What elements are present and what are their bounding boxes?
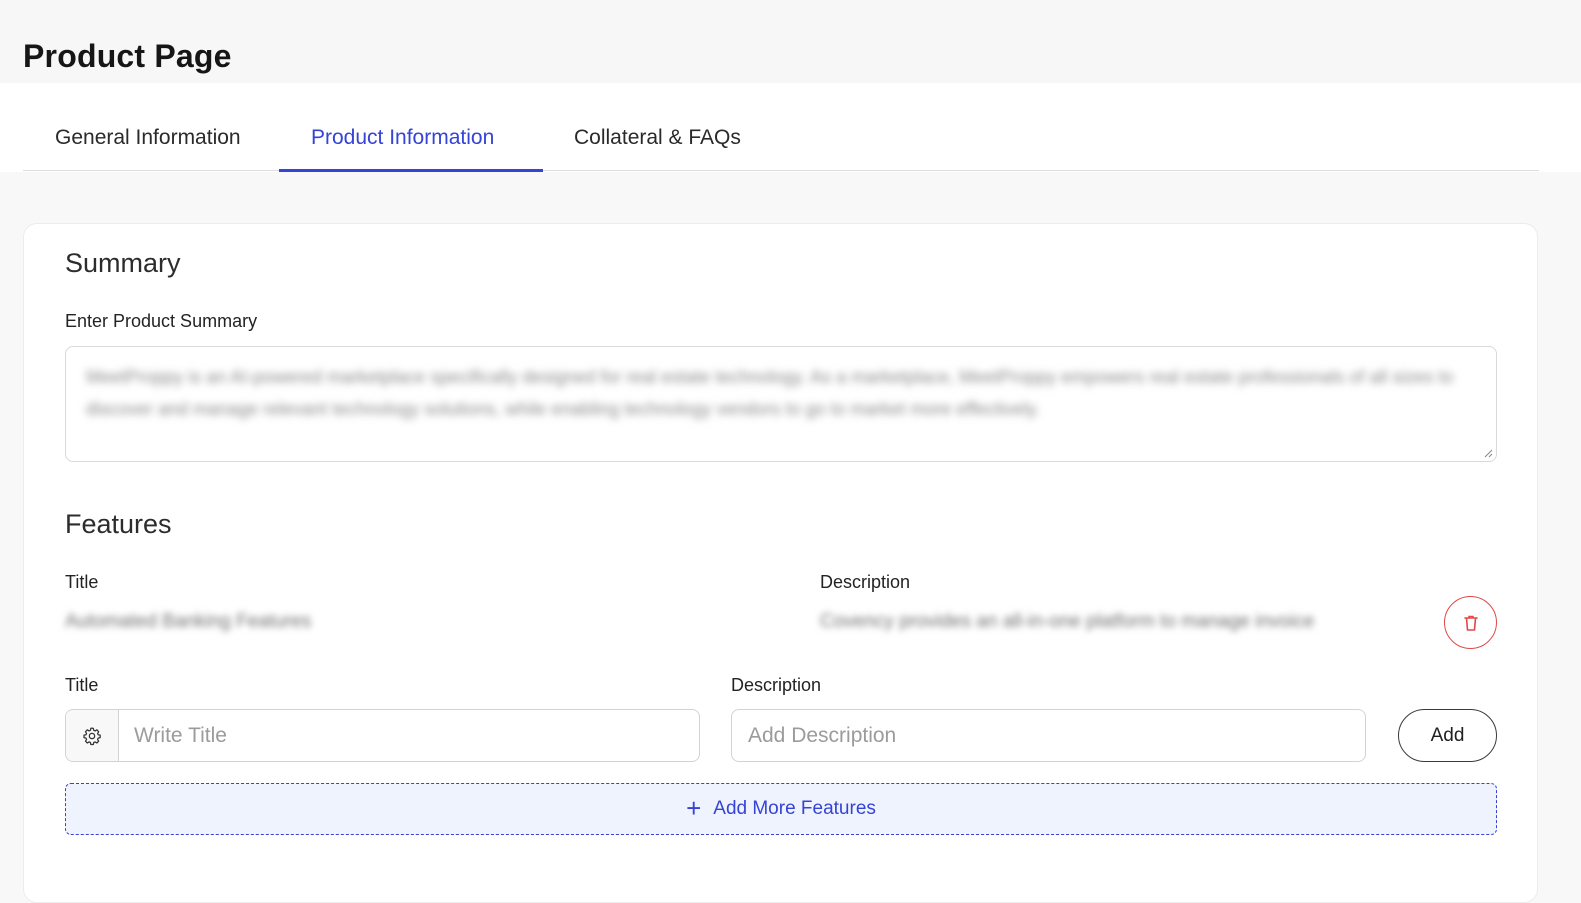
summary-heading: Summary — [65, 248, 181, 278]
delete-feature-button[interactable] — [1444, 596, 1497, 649]
tab-general-information[interactable]: General Information — [55, 126, 241, 172]
features-heading: Features — [65, 509, 172, 539]
summary-field-label: Enter Product Summary — [65, 311, 258, 331]
feature-title-field — [65, 709, 700, 762]
title-prefix[interactable] — [66, 710, 119, 761]
summary-text: MeetProppy is an AI-powered marketplace … — [86, 367, 1454, 419]
feature-description-field — [731, 709, 1366, 762]
trash-icon — [1463, 615, 1478, 631]
feature-list-title-label: Title — [65, 572, 99, 592]
tab-product-information[interactable]: Product Information — [311, 126, 494, 172]
feature-item-title: Automated Banking Features — [65, 611, 312, 632]
plus-icon: + — [686, 792, 702, 823]
feature-item-description: Covency provides an all-in-one platform … — [820, 611, 1315, 632]
tabs-divider — [23, 170, 1539, 171]
active-tab-indicator — [279, 169, 543, 172]
summary-textarea[interactable]: MeetProppy is an AI-powered marketplace … — [65, 346, 1497, 462]
add-more-features-label: Add More Features — [713, 798, 876, 819]
feature-title-input[interactable] — [134, 710, 694, 761]
page-header: Product Page — [0, 0, 1581, 83]
add-feature-button[interactable]: Add — [1398, 709, 1497, 762]
feature-description-input[interactable] — [748, 710, 1348, 761]
new-feature-description-label: Description — [731, 675, 822, 695]
feature-list-description-label: Description — [820, 572, 911, 592]
tab-collateral-faqs[interactable]: Collateral & FAQs — [574, 126, 741, 172]
gear-icon — [83, 726, 101, 745]
add-more-features-button[interactable]: + Add More Features — [65, 783, 1497, 835]
new-feature-title-label: Title — [65, 675, 99, 695]
page-title: Product Page — [23, 38, 232, 74]
resize-handle-icon[interactable] — [1483, 448, 1493, 458]
